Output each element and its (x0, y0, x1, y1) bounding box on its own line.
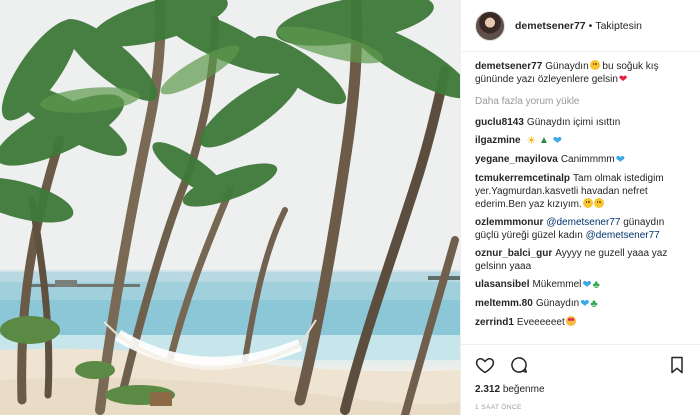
comment-item: tcmukerremcetinalp Tam olmak istedigim ye… (475, 172, 687, 211)
post-photo[interactable] (0, 0, 460, 415)
comment-item: zerrind1 Eveeeeeet (475, 316, 687, 329)
palm-emoji: ▲ (539, 135, 549, 146)
post-caption: demetsener77 Günaydın bu soğuk kış gününd… (475, 60, 687, 86)
comment-item: ozlemmmonur @demetsener77 günaydın güçlü … (475, 216, 687, 242)
comments-list: demetsener77 Günaydın bu soğuk kış gününd… (461, 60, 700, 343)
comment-mention[interactable]: @demetsener77 (546, 217, 620, 228)
like-heart-icon[interactable] (475, 355, 495, 375)
comment-text: Eveeeeeet (516, 317, 565, 328)
comment-mention[interactable]: @demetsener77 (586, 230, 660, 241)
post-sidebar: demetsener77 • Takiptesin demetsener77 Gü… (460, 0, 700, 415)
comment-username[interactable]: guclu8143 (475, 117, 524, 128)
comment-username[interactable]: yegane_mayilova (475, 154, 558, 165)
blue-heart-emoji: ❤ (580, 298, 590, 310)
blue-heart-emoji: ❤ (552, 135, 562, 147)
blue-heart-emoji: ❤ (582, 279, 592, 291)
following-status[interactable]: Takiptesin (595, 20, 642, 32)
comment-item: yegane_mayilova Canimmmm❤ (475, 153, 687, 167)
comment-item: oznur_balci_gur Ayyyy ne guzell yaaa yaz … (475, 247, 687, 273)
comment-bubble-icon[interactable] (509, 355, 529, 375)
comment-text: Mükemmel (532, 279, 582, 290)
post-header: demetsener77 • Takiptesin (461, 0, 700, 52)
blue-heart-emoji: ❤ (615, 154, 625, 166)
comment-item: ulasansibel Mükemmel❤♣ (475, 278, 687, 292)
comment-username[interactable]: oznur_balci_gur (475, 248, 552, 259)
smile-emoji (582, 198, 593, 208)
beach-palm-illustration (0, 0, 460, 415)
caption-username[interactable]: demetsener77 (475, 61, 542, 72)
comment-username[interactable]: tcmukerremcetinalp (475, 173, 570, 184)
caption-text: Günaydın (545, 61, 589, 72)
sun-emoji: ☀ (526, 135, 537, 147)
clover-emoji: ♣ (592, 279, 600, 291)
load-more-comments-link[interactable]: Daha fazla yorum yükle (475, 96, 687, 107)
comment-text: Günaydın (535, 298, 580, 309)
comment-text: Günaydın içimi ısıttın (526, 117, 621, 128)
likes-label: beğenme (502, 384, 545, 395)
post-actions: 2.312 beğenme 1 SAAT ÖNCE (461, 344, 700, 414)
bookmark-icon[interactable] (667, 355, 687, 375)
likes-number: 2.312 (475, 384, 501, 395)
author-avatar[interactable] (475, 10, 505, 41)
comment-username[interactable]: ulasansibel (475, 279, 529, 290)
author-username[interactable]: demetsener77 (515, 20, 586, 32)
comment-username[interactable]: ilgazmine (475, 135, 521, 146)
comment-username[interactable]: meltemm.80 (475, 298, 533, 309)
love-face-emoji (565, 316, 576, 326)
comment-item: guclu8143 Günaydın içimi ısıttın (475, 116, 687, 129)
smile-emoji (589, 60, 600, 70)
comment-username[interactable]: ozlemmmonur (475, 217, 543, 228)
clover-emoji: ♣ (590, 298, 598, 310)
red-heart-emoji: ❤ (618, 74, 628, 85)
comment-text: Canimmmm (560, 154, 615, 165)
action-buttons-row (475, 355, 687, 375)
comment-item: ilgazmine ☀ ▲ ❤ (475, 134, 687, 148)
comment-username[interactable]: zerrind1 (475, 317, 514, 328)
smile-emoji (593, 198, 604, 208)
likes-count[interactable]: 2.312 beğenme (475, 384, 687, 395)
comment-item: meltemm.80 Günaydın❤♣ (475, 297, 687, 311)
post-timestamp: 1 SAAT ÖNCE (475, 404, 522, 411)
header-separator: • (588, 19, 593, 32)
